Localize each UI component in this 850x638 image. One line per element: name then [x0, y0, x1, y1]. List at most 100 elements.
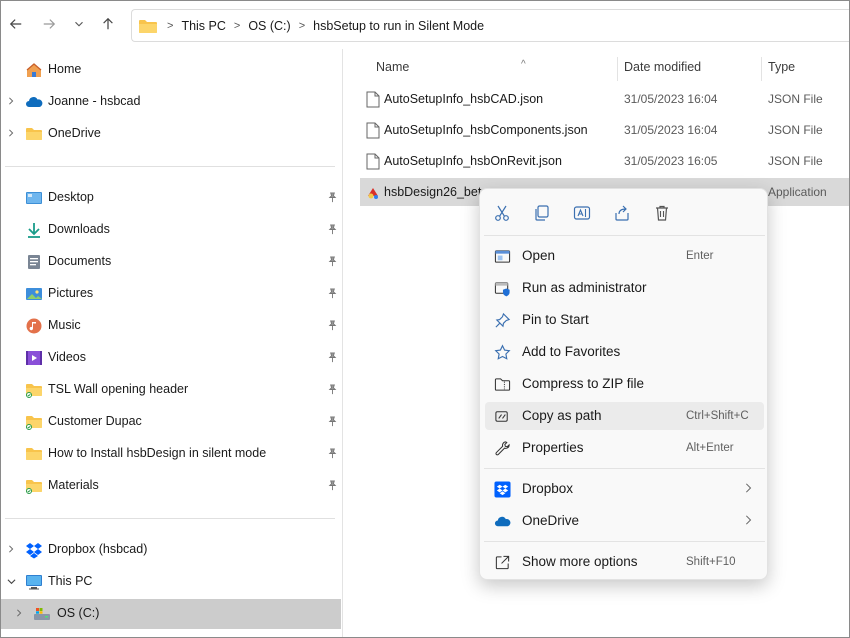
- menu-item-label: Show more options: [522, 554, 638, 569]
- cut-button[interactable]: [491, 202, 513, 224]
- recent-locations-button[interactable]: [68, 13, 90, 35]
- chevron-right-icon[interactable]: [6, 544, 16, 554]
- menu-item-dropbox[interactable]: Dropbox: [485, 475, 764, 503]
- copy-button[interactable]: [531, 202, 553, 224]
- menu-item-compress-to-zip[interactable]: Compress to ZIP file: [485, 370, 764, 398]
- menu-item-open[interactable]: Open Enter: [485, 242, 764, 270]
- sidebar-item-desktop[interactable]: Desktop: [1, 183, 343, 213]
- pin-icon[interactable]: [327, 384, 339, 396]
- column-header-date[interactable]: Date modified: [624, 60, 701, 84]
- sidebar-item-onedrive[interactable]: OneDrive: [1, 119, 343, 149]
- arrow-up-icon: [103, 17, 113, 30]
- menu-item-pin-to-start[interactable]: Pin to Start: [485, 306, 764, 334]
- sidebar-item-tsl-wall-opening-header[interactable]: TSL Wall opening header: [1, 375, 343, 405]
- menu-item-run-as-administrator[interactable]: Run as administrator: [485, 274, 764, 302]
- file-name: AutoSetupInfo_hsbOnRevit.json: [384, 154, 562, 168]
- pin-icon[interactable]: [327, 448, 339, 460]
- rename-button[interactable]: [571, 202, 593, 224]
- sidebar-item-documents[interactable]: Documents: [1, 247, 343, 277]
- menu-item-add-to-favorites[interactable]: Add to Favorites: [485, 338, 764, 366]
- breadcrumb-this-pc[interactable]: This PC: [181, 19, 225, 33]
- menu-item-copy-as-path[interactable]: Copy as path Ctrl+Shift+C: [485, 402, 764, 430]
- pin-icon[interactable]: [327, 256, 339, 268]
- sidebar-item-label: Desktop: [48, 190, 94, 204]
- cloud-icon: [25, 93, 43, 111]
- pin-icon[interactable]: [327, 480, 339, 492]
- sidebar-divider: [5, 518, 335, 519]
- file-explorer-window: > This PC > OS (C:) > hsbSetup to run in…: [0, 0, 850, 638]
- folder-icon: [25, 413, 43, 431]
- column-separator[interactable]: [617, 57, 618, 81]
- menu-item-show-more-options[interactable]: Show more options Shift+F10: [485, 548, 764, 576]
- cut-icon: [495, 205, 509, 221]
- file-icon: [366, 153, 380, 170]
- arrow-left-icon: [9, 19, 22, 29]
- sidebar-item-label: TSL Wall opening header: [48, 382, 189, 396]
- dropbox-icon: [493, 480, 511, 498]
- sidebar-item-videos[interactable]: Videos: [1, 343, 343, 373]
- chevron-right-icon[interactable]: [6, 96, 16, 106]
- chevron-right-icon[interactable]: [14, 608, 24, 618]
- sidebar-item-home[interactable]: Home: [1, 55, 343, 85]
- sidebar-item-this-pc[interactable]: This PC: [1, 567, 343, 597]
- breadcrumb-current-folder[interactable]: hsbSetup to run in Silent Mode: [313, 19, 484, 33]
- chevron-right-icon: >: [167, 19, 174, 32]
- sidebar-divider: [5, 166, 335, 167]
- pin-icon[interactable]: [327, 288, 339, 300]
- sidebar-item-joanne-hsbcad[interactable]: Joanne - hsbcad: [1, 87, 343, 117]
- pin-icon[interactable]: [327, 416, 339, 428]
- pin-icon[interactable]: [327, 320, 339, 332]
- pin-icon[interactable]: [327, 192, 339, 204]
- menu-item-onedrive[interactable]: OneDrive: [485, 507, 764, 535]
- file-type: JSON File: [768, 123, 823, 137]
- pin-icon[interactable]: [327, 352, 339, 364]
- address-bar[interactable]: > This PC > OS (C:) > hsbSetup to run in…: [131, 9, 849, 42]
- sidebar-item-label: Videos: [48, 350, 86, 364]
- menu-item-shortcut: Enter: [686, 250, 714, 262]
- forward-button[interactable]: [38, 13, 60, 35]
- back-button[interactable]: [5, 13, 27, 35]
- sidebar-item-label: Customer Dupac: [48, 414, 142, 428]
- drive-icon: [33, 605, 51, 623]
- file-row[interactable]: AutoSetupInfo_hsbComponents.json 31/05/2…: [360, 116, 849, 144]
- column-separator[interactable]: [761, 57, 762, 81]
- sidebar-item-materials[interactable]: Materials: [1, 471, 343, 501]
- menu-item-properties[interactable]: Properties Alt+Enter: [485, 434, 764, 462]
- sidebar-item-customer-dupac[interactable]: Customer Dupac: [1, 407, 343, 437]
- sidebar-item-downloads[interactable]: Downloads: [1, 215, 343, 245]
- breadcrumb-os-c[interactable]: OS (C:): [248, 19, 290, 33]
- pin-icon: [493, 311, 511, 329]
- file-row[interactable]: AutoSetupInfo_hsbOnRevit.json 31/05/2023…: [360, 147, 849, 175]
- sidebar-item-label: Home: [48, 62, 82, 76]
- sidebar-item-label: Joanne - hsbcad: [48, 94, 141, 108]
- copy-icon: [535, 205, 549, 221]
- file-date: 31/05/2023 16:05: [624, 154, 718, 168]
- context-quick-actions: [480, 189, 769, 235]
- chevron-right-icon: [743, 482, 755, 496]
- column-header-type[interactable]: Type: [768, 60, 795, 84]
- sidebar-item-how-to-install[interactable]: How to Install hsbDesign in silent mode: [1, 439, 343, 469]
- file-row[interactable]: AutoSetupInfo_hsbCAD.json 31/05/2023 16:…: [360, 85, 849, 113]
- sidebar-item-pictures[interactable]: Pictures: [1, 279, 343, 309]
- file-date: 31/05/2023 16:04: [624, 123, 718, 137]
- file-date: 31/05/2023 16:04: [624, 92, 718, 106]
- sidebar-item-music[interactable]: Music: [1, 311, 343, 341]
- menu-item-label: Copy as path: [522, 408, 602, 423]
- sidebar-item-os-c[interactable]: OS (C:): [1, 599, 341, 629]
- chevron-down-icon[interactable]: [6, 576, 16, 586]
- music-icon: [25, 317, 43, 335]
- pin-icon[interactable]: [327, 224, 339, 236]
- delete-button[interactable]: [651, 202, 673, 224]
- menu-separator: [484, 468, 765, 469]
- file-name: AutoSetupInfo_hsbCAD.json: [384, 92, 544, 106]
- file-type: Application: [768, 185, 827, 199]
- share-button[interactable]: [611, 202, 633, 224]
- sidebar-item-label: Music: [48, 318, 81, 332]
- chevron-right-icon: >: [298, 19, 306, 32]
- chevron-right-icon[interactable]: [6, 128, 16, 138]
- navigation-pane: Home Joanne - hsbcad OneDrive Desktop Do…: [1, 49, 343, 637]
- folder-icon: [139, 19, 157, 33]
- dropbox-icon: [25, 541, 43, 559]
- sidebar-item-dropbox[interactable]: Dropbox (hsbcad): [1, 535, 343, 565]
- up-button[interactable]: [97, 13, 119, 35]
